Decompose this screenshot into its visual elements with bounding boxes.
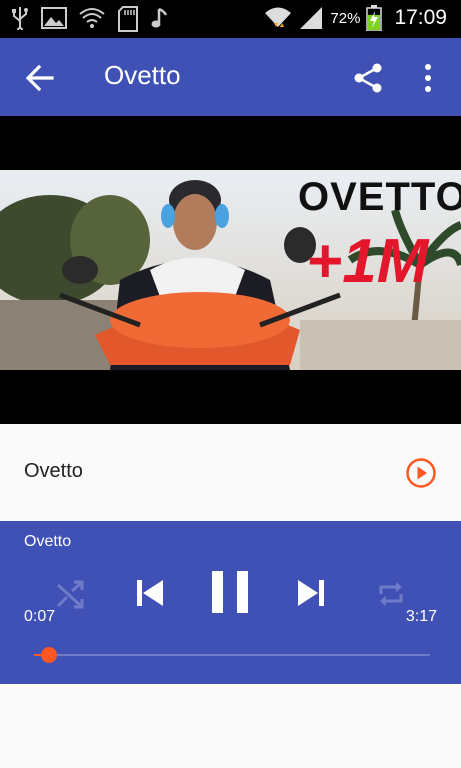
video-player[interactable]: OVETTO +1M — [0, 116, 461, 424]
wifi-question-icon — [79, 8, 105, 28]
image-icon — [41, 7, 67, 29]
empty-area — [0, 684, 461, 768]
total-time: 3:17 — [405, 608, 437, 625]
repeat-icon[interactable] — [375, 578, 407, 610]
seek-bar[interactable] — [34, 647, 430, 663]
play-circle-icon[interactable] — [405, 457, 437, 489]
shuffle-icon[interactable] — [54, 578, 86, 610]
list-item-label: Ovetto — [24, 460, 83, 482]
notification-icons — [10, 6, 170, 32]
page-title: Ovetto — [104, 60, 181, 90]
wifi-icon — [265, 7, 292, 27]
battery-charging-icon — [366, 5, 383, 31]
usb-icon — [12, 7, 28, 30]
elapsed-time: 0:07 — [24, 608, 56, 625]
media-player: Ovetto 0:07 3:17 — [0, 521, 461, 684]
share-icon[interactable] — [352, 62, 384, 94]
app-bar: Ovetto — [0, 38, 461, 116]
now-playing-title: Ovetto — [24, 533, 72, 550]
pause-icon[interactable] — [208, 569, 252, 615]
battery-percent: 72% — [330, 9, 361, 27]
status-bar: 72% 17:09 — [0, 0, 461, 38]
music-note-icon — [151, 7, 168, 28]
signal-icon — [300, 7, 323, 29]
thumbnail-title: OVETTO — [298, 175, 461, 219]
sd-card-icon — [118, 6, 138, 32]
thumbnail-badge: +1M — [306, 227, 429, 296]
skip-previous-icon[interactable] — [133, 576, 167, 610]
system-icons: 72% 17:09 — [264, 5, 447, 31]
skip-next-icon[interactable] — [294, 576, 328, 610]
back-arrow-icon[interactable] — [22, 60, 58, 96]
seek-bar-thumb[interactable] — [40, 647, 57, 663]
list-item[interactable]: Ovetto — [0, 424, 461, 521]
more-vert-icon[interactable] — [416, 62, 440, 94]
clock: 17:09 — [394, 6, 447, 29]
